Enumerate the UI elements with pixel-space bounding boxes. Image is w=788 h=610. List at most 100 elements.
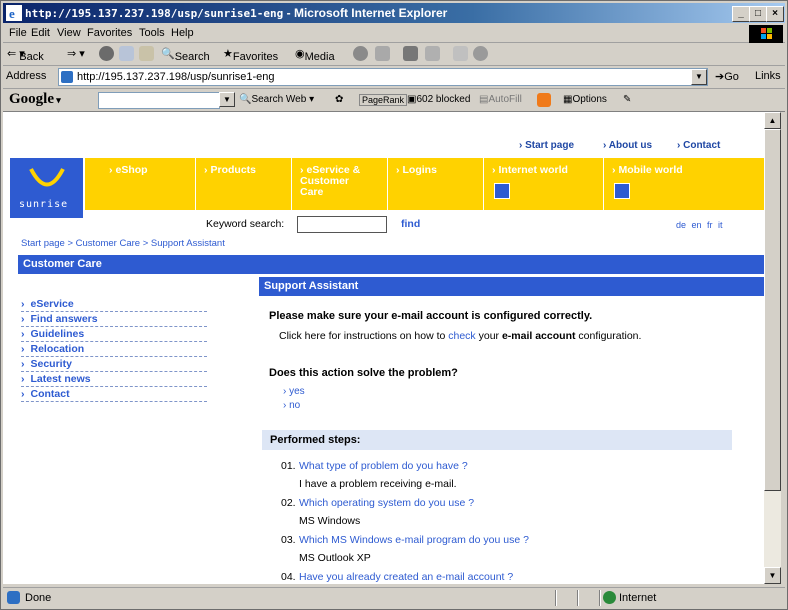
- instructions-text: Click here for instructions on how to ch…: [279, 330, 641, 342]
- home-icon[interactable]: [139, 46, 154, 61]
- step-question-link[interactable]: Which MS Windows e-mail program do you u…: [299, 534, 529, 546]
- links-button[interactable]: Links: [755, 70, 781, 82]
- sunrise-logo[interactable]: sunrise: [10, 158, 83, 218]
- sidebar-item-contact[interactable]: › Contact: [21, 387, 207, 402]
- site-search-icon[interactable]: ✿: [335, 94, 343, 105]
- main-nav: › eShop › Products › eService & Customer Ca…: [85, 158, 764, 210]
- favorites-label: Favorites: [232, 51, 279, 63]
- search-web-button[interactable]: 🔍Search Web ▾: [239, 94, 314, 105]
- google-search-dropdown-icon[interactable]: ▼: [219, 92, 235, 107]
- nav-eservice[interactable]: › eService & Customer Care: [291, 158, 387, 210]
- top-link-about-us[interactable]: › About us: [603, 140, 652, 151]
- media-label: Media: [304, 51, 335, 63]
- nav-chevron-icon: ›: [396, 164, 400, 176]
- nav-eshop[interactable]: › eShop: [101, 158, 195, 210]
- sidebar-item-label: Guidelines: [30, 328, 85, 340]
- nav-internet-world[interactable]: › Internet world: [483, 158, 603, 210]
- address-bar: Address http://195.137.237.198/usp/sunri…: [3, 66, 785, 89]
- sidebar-item-eservice[interactable]: › eService: [21, 297, 207, 312]
- step-question-link[interactable]: Which operating system do you use ?: [299, 497, 474, 509]
- scroll-up-icon[interactable]: ▲: [764, 112, 781, 129]
- check-link[interactable]: check: [448, 330, 475, 342]
- stop-icon[interactable]: [99, 46, 114, 61]
- top-link-start-page-label: Start page: [525, 140, 575, 151]
- menu-favorites[interactable]: Favorites: [87, 27, 132, 39]
- sidebar-chevron-icon: ›: [21, 358, 25, 370]
- window-title: http://195.137.237.198/usp/sunrise1-eng …: [25, 6, 448, 20]
- address-label: Address: [6, 70, 47, 82]
- ie-logo-icon: e: [6, 5, 22, 21]
- nav-logins-label: Logins: [402, 164, 437, 176]
- history-icon[interactable]: [353, 46, 368, 61]
- keyword-search-label: Keyword search:: [206, 218, 285, 230]
- mobile-world-icon: [614, 183, 630, 199]
- sidebar-chevron-icon: ›: [21, 388, 25, 400]
- sidebar-item-label: Contact: [30, 388, 70, 400]
- refresh-icon[interactable]: [119, 46, 134, 61]
- step-question-link[interactable]: What type of problem do you have ?: [299, 460, 468, 472]
- option-no[interactable]: › no: [283, 400, 300, 411]
- top-link-contact[interactable]: › Contact: [677, 140, 720, 151]
- google-search-input[interactable]: [98, 92, 220, 109]
- menu-file[interactable]: File: [9, 27, 27, 39]
- nav-mobile-world[interactable]: › Mobile world: [603, 158, 764, 210]
- address-input[interactable]: http://195.137.237.198/usp/sunrise1-eng: [58, 68, 708, 86]
- menu-view[interactable]: View: [57, 27, 81, 39]
- mail-icon[interactable]: [375, 46, 390, 61]
- options-button[interactable]: ▦Options: [563, 94, 607, 105]
- scroll-down-icon[interactable]: ▼: [764, 567, 781, 584]
- page-done-icon: [7, 591, 20, 604]
- sidebar-item-relocation[interactable]: › Relocation: [21, 342, 207, 357]
- go-button[interactable]: ➔Go: [715, 70, 739, 83]
- messenger-icon[interactable]: [473, 46, 488, 61]
- discuss-icon[interactable]: [453, 46, 468, 61]
- vertical-scrollbar[interactable]: ▲ ▼: [764, 112, 781, 584]
- step-question-link[interactable]: Have you already created an e-mail accou…: [299, 571, 513, 583]
- favorites-button[interactable]: ★ Favorites: [223, 47, 278, 63]
- highlight-icon[interactable]: ✎: [623, 94, 631, 105]
- nav-eservice-label: eService & Customer Care: [300, 164, 361, 198]
- find-button[interactable]: find: [401, 218, 420, 230]
- sidebar-item-find-answers[interactable]: › Find answers: [21, 312, 207, 327]
- pagerank-indicator[interactable]: PageRank: [359, 94, 408, 106]
- menu-bar: File Edit View Favorites Tools Help: [3, 24, 785, 43]
- forward-button[interactable]: ⇒ ▾: [67, 47, 85, 60]
- search-button[interactable]: 🔍 Search: [161, 47, 210, 63]
- go-label: Go: [724, 71, 739, 83]
- step-number: 02.: [281, 497, 296, 509]
- address-dropdown-icon[interactable]: ▼: [691, 69, 707, 85]
- keyword-search-input[interactable]: [297, 216, 387, 233]
- language-links[interactable]: de en fr it: [676, 220, 723, 230]
- breadcrumb[interactable]: Start page > Customer Care > Support Ass…: [21, 238, 225, 249]
- internet-zone-icon: [603, 591, 616, 604]
- option-yes-label: yes: [289, 386, 305, 397]
- close-button[interactable]: ×: [766, 6, 784, 22]
- nav-products[interactable]: › Products: [195, 158, 291, 210]
- maximize-button[interactable]: □: [749, 6, 767, 22]
- instructions-bold: e-mail account: [501, 330, 576, 342]
- menu-tools[interactable]: Tools: [139, 27, 165, 39]
- sidebar-item-security[interactable]: › Security: [21, 357, 207, 372]
- nav-logins[interactable]: › Logins: [387, 158, 483, 210]
- minimize-button[interactable]: _: [732, 6, 750, 22]
- scroll-thumb[interactable]: [764, 129, 781, 491]
- top-link-start-page[interactable]: › Start page: [519, 140, 574, 151]
- windows-flag-icon: [749, 25, 783, 43]
- sidebar-item-latest-news[interactable]: › Latest news: [21, 372, 207, 387]
- back-button[interactable]: ⇐ Back ▾: [7, 47, 44, 63]
- menu-edit[interactable]: Edit: [31, 27, 50, 39]
- print-icon[interactable]: [403, 46, 418, 61]
- edit-icon[interactable]: [425, 46, 440, 61]
- nav-eshop-label: eShop: [115, 164, 148, 176]
- google-logo[interactable]: Google ▾: [9, 91, 61, 108]
- sidebar-item-label: Relocation: [30, 343, 85, 355]
- popup-blocker-button[interactable]: ▣602 blocked: [407, 94, 470, 105]
- autofill-button[interactable]: ▤AutoFill: [479, 94, 522, 105]
- step-number: 03.: [281, 534, 296, 546]
- step-number: 04.: [281, 571, 296, 583]
- option-yes[interactable]: › yes: [283, 386, 305, 397]
- sidebar-item-guidelines[interactable]: › Guidelines: [21, 327, 207, 342]
- menu-help[interactable]: Help: [171, 27, 194, 39]
- media-button[interactable]: ◉ Media: [295, 47, 335, 63]
- blogger-icon[interactable]: [537, 93, 551, 107]
